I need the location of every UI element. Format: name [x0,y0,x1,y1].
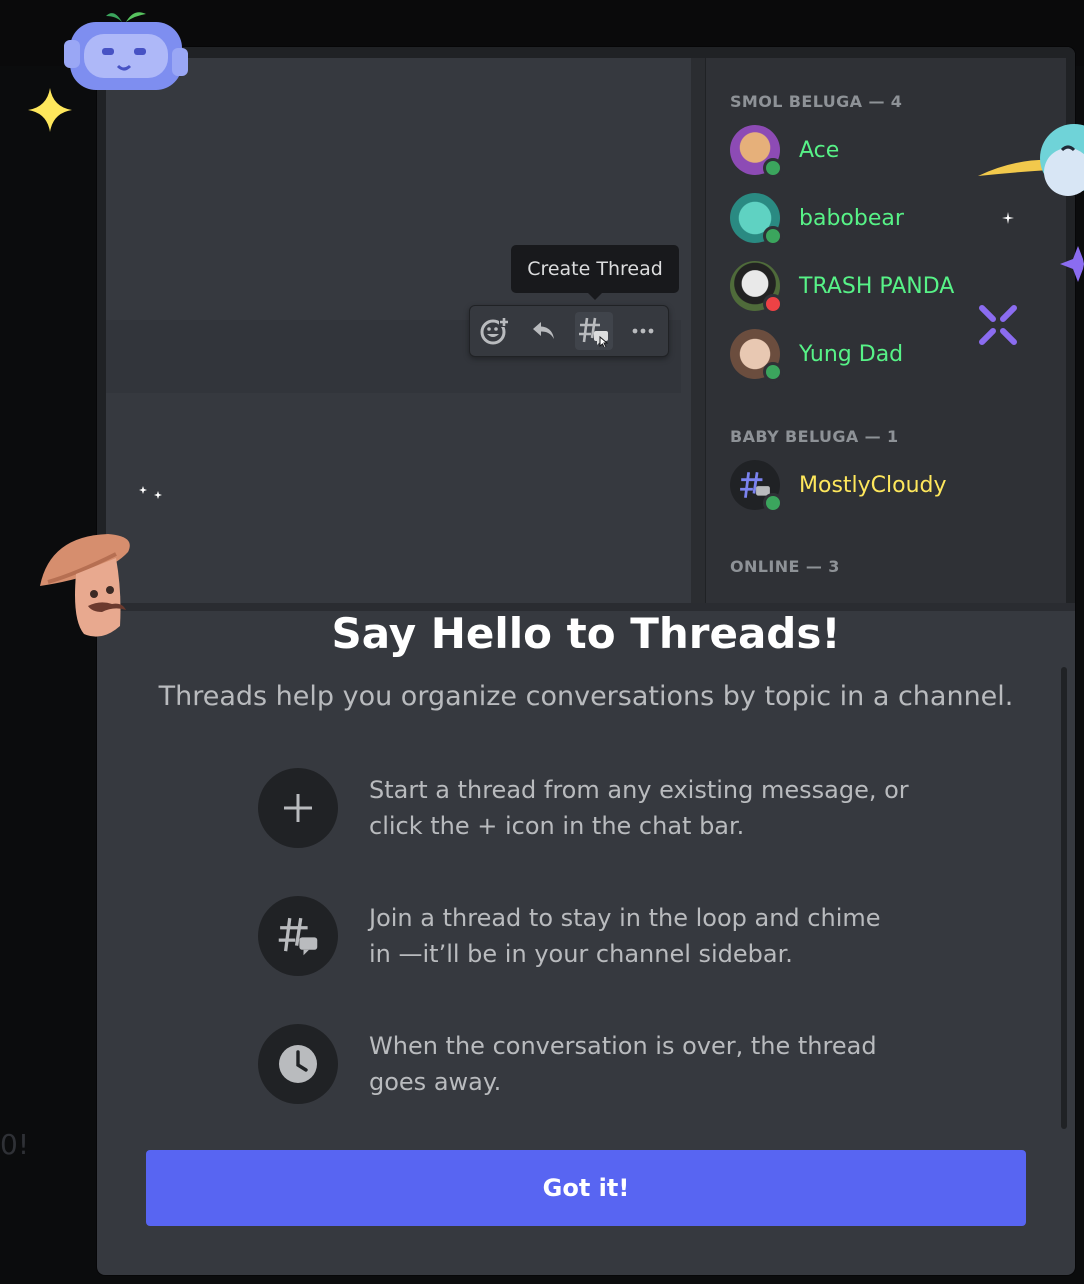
member-item-ace[interactable]: Ace [730,124,840,178]
member-name: Yung Dad [799,341,904,367]
reply-icon[interactable] [525,312,563,350]
member-group-header: BABY BELUGA — 1 [730,427,899,446]
mushroom-mascot-icon [40,534,130,637]
status-online-icon [763,158,783,178]
feature-item: Start a thread from any existing message… [258,768,909,848]
threads-preview-illustration: Create Thread SMOL BELUGA — 4 Ace babobe… [97,47,1075,611]
avatar [730,329,783,382]
status-online-icon [763,493,783,513]
avatar [730,193,783,246]
status-online-icon [763,362,783,382]
bird-mascot-icon [978,124,1084,196]
clock-icon [258,1024,338,1104]
create-thread-tooltip: Create Thread [511,245,679,300]
feature-item: Join a thread to stay in the loop and ch… [258,896,909,976]
sparkle-small-icon [139,486,162,499]
status-online-icon [763,226,783,246]
thread-avatar [730,460,783,513]
background-text-fragment: 0! [0,1128,30,1161]
add-reaction-icon[interactable] [476,312,514,350]
pane-divider [691,58,705,603]
avatar [730,261,783,314]
member-name: MostlyCloudy [799,472,947,498]
member-group-header: ONLINE — 3 [730,557,840,576]
feature-text: When the conversation is over, the threa… [369,1032,877,1096]
cross-sparkle-icon [979,305,1017,345]
message-toolbar [469,305,669,357]
member-group-header: SMOL BELUGA — 4 [730,92,903,111]
member-name: babobear [799,205,904,231]
more-icon[interactable] [624,312,662,350]
create-thread-icon[interactable] [574,312,613,350]
modal-title: Say Hello to Threads! [331,609,841,658]
modal-scrollbar[interactable] [1061,667,1067,1129]
modal-subtitle: Threads help you organize conversations … [158,681,1014,712]
member-name: TRASH PANDA [799,273,955,299]
got-it-button[interactable]: Got it! [146,1150,1026,1226]
sparkle-small-icon [1002,212,1014,224]
feature-item: When the conversation is over, the threa… [258,1024,909,1104]
threads-intro-modal: Create Thread SMOL BELUGA — 4 Ace babobe… [97,47,1075,1275]
avatar [730,125,783,178]
member-item-mostlycloudy[interactable]: MostlyCloudy [730,459,947,513]
star-icon [1060,246,1084,282]
feature-text: Start a thread from any existing message… [369,776,909,840]
member-item-yung-dad[interactable]: Yung Dad [730,328,904,382]
feature-text: Join a thread to stay in the loop and ch… [369,904,881,968]
status-dnd-icon [763,294,783,314]
sparkle-icon [28,88,72,132]
thread-icon [258,896,338,976]
member-item-babobear[interactable]: babobear [730,192,904,246]
plus-icon [258,768,338,848]
robot-mascot-icon [64,12,188,90]
chat-pane: Create Thread [106,58,691,603]
member-item-trash-panda[interactable]: TRASH PANDA [730,260,955,314]
member-name: Ace [799,137,840,163]
